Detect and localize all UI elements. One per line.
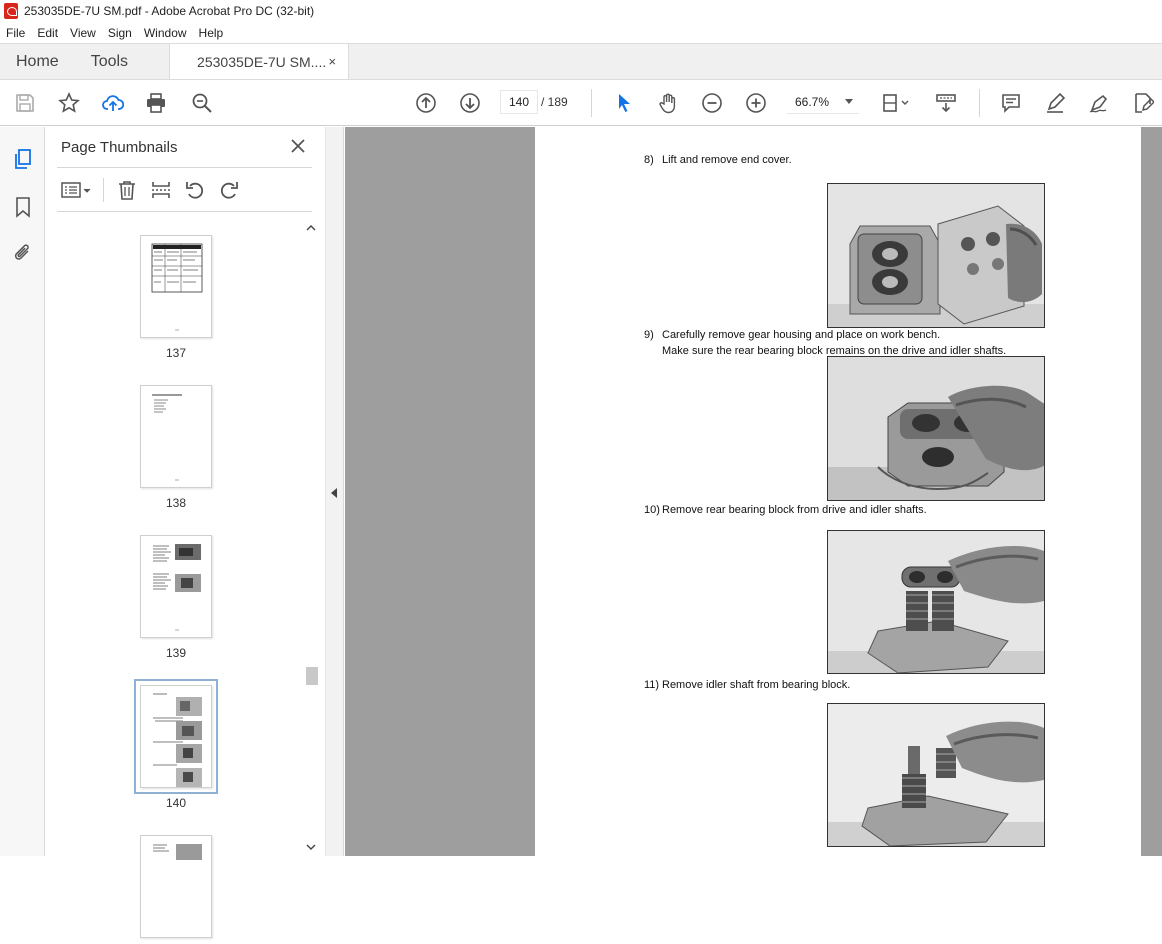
pdf-page: 8) Lift and remove end cover. 9) Carefully…	[535, 127, 1141, 856]
step-11: 11) Remove idler shaft from bearing block…	[644, 677, 850, 693]
page-fit-icon[interactable]	[878, 90, 914, 116]
tab-document[interactable]: 253035DE-7U SM.... ×	[169, 44, 350, 79]
print-icon[interactable]	[143, 90, 169, 116]
thumbnail-tools	[59, 177, 250, 203]
rotate-left-icon[interactable]	[182, 178, 208, 202]
acrobat-pdf-icon	[4, 3, 18, 19]
photo-gear-housing	[827, 356, 1045, 501]
thumbnail-scrollbar[interactable]	[304, 220, 318, 856]
window-title: 253035DE-7U SM.pdf - Adobe Acrobat Pro D…	[24, 4, 315, 18]
hand-tool-icon[interactable]	[655, 90, 681, 116]
document-tab-label: 253035DE-7U SM....	[197, 53, 327, 70]
comment-icon[interactable]	[998, 90, 1024, 116]
attachment-icon[interactable]	[11, 241, 35, 265]
bookmark-star-icon[interactable]	[56, 90, 82, 116]
sign-pen-icon[interactable]	[1086, 90, 1112, 116]
toolbar: 140 / 189 66.7%	[0, 80, 1162, 126]
page-thumbnail-138[interactable]	[140, 385, 212, 488]
panel-divider	[57, 167, 312, 168]
previous-page-icon[interactable]	[413, 90, 439, 116]
page-thumbnail-139[interactable]	[140, 535, 212, 638]
step-number: 9)	[644, 329, 654, 341]
photo-end-cover	[827, 183, 1045, 328]
menu-help[interactable]: Help	[193, 26, 230, 40]
find-zoom-icon[interactable]	[189, 90, 215, 116]
menu-sign[interactable]: Sign	[102, 26, 138, 40]
step-8: 8) Lift and remove end cover.	[644, 152, 792, 168]
thumbnail-options-icon[interactable]	[59, 178, 95, 202]
menu-edit[interactable]: Edit	[31, 26, 64, 40]
panel-title: Page Thumbnails	[61, 139, 178, 156]
zoom-level-value: 66.7%	[795, 94, 830, 109]
select-cursor-icon[interactable]	[611, 90, 637, 116]
chevron-down-icon	[845, 99, 853, 104]
menu-file[interactable]: File	[0, 26, 31, 40]
step-10: 10) Remove rear bearing block from drive …	[644, 502, 927, 518]
toolbar-separator	[591, 89, 592, 117]
step-number: 10)	[644, 504, 660, 516]
step-9: 9) Carefully remove gear housing and plac…	[644, 327, 1006, 359]
photo-rear-bearing-block	[827, 530, 1045, 674]
scroll-up-icon[interactable]	[305, 222, 317, 234]
zoom-out-icon[interactable]	[699, 90, 725, 116]
scroll-mode-icon[interactable]	[933, 90, 959, 116]
close-panel-icon[interactable]	[288, 136, 308, 156]
page-thumbnails-panel: Page Thumbnails 137 138 139 140	[45, 127, 325, 938]
edit-pdf-icon[interactable]	[1130, 90, 1156, 116]
zoom-in-icon[interactable]	[743, 90, 769, 116]
step-text: Carefully remove gear housing and place …	[662, 329, 941, 341]
toolbar-separator	[979, 89, 980, 117]
step-number: 8)	[644, 154, 654, 166]
page-thumbnail-140[interactable]	[134, 679, 218, 794]
step-text: Lift and remove end cover.	[662, 154, 792, 166]
menu-bar: File Edit View Sign Window Help	[0, 22, 1162, 43]
document-view[interactable]: 8) Lift and remove end cover. 9) Carefully…	[345, 127, 1162, 856]
scroll-down-icon[interactable]	[305, 841, 317, 853]
tools-separator	[103, 178, 104, 202]
page-thumbnails-icon[interactable]	[11, 147, 35, 171]
menu-window[interactable]: Window	[138, 26, 193, 40]
highlight-pen-icon[interactable]	[1042, 90, 1068, 116]
page-thumbnail-141[interactable]	[140, 835, 212, 938]
extract-pages-icon[interactable]	[148, 178, 174, 202]
left-rail	[0, 127, 45, 856]
thumbnail-label: 137	[165, 346, 187, 360]
step-text: Remove idler shaft from bearing block.	[662, 679, 851, 691]
thumbnail-label: 139	[165, 646, 187, 660]
photo-idler-shaft	[827, 703, 1045, 847]
zoom-level-dropdown[interactable]: 66.7%	[787, 90, 859, 114]
thumbnail-label: 140	[165, 796, 187, 810]
menu-view[interactable]: View	[64, 26, 102, 40]
tab-bar: Home Tools 253035DE-7U SM.... ×	[0, 43, 1162, 80]
page-total: / 189	[541, 95, 568, 109]
delete-page-icon[interactable]	[114, 178, 140, 202]
page-thumbnail-137[interactable]	[140, 235, 212, 338]
tab-home[interactable]: Home	[0, 44, 75, 79]
save-icon[interactable]	[12, 90, 38, 116]
close-tab-icon[interactable]: ×	[328, 54, 336, 69]
tab-tools[interactable]: Tools	[75, 44, 144, 79]
scrollbar-thumb[interactable]	[306, 667, 318, 685]
step-number: 11)	[644, 679, 660, 691]
step-text: Remove rear bearing block from drive and…	[662, 504, 927, 516]
next-page-icon[interactable]	[457, 90, 483, 116]
page-number-input[interactable]: 140	[500, 90, 538, 114]
panel-divider	[57, 211, 312, 212]
upload-cloud-icon[interactable]	[100, 90, 126, 116]
title-bar: 253035DE-7U SM.pdf - Adobe Acrobat Pro D…	[0, 0, 1162, 22]
rotate-right-icon[interactable]	[216, 178, 242, 202]
thumbnail-label: 138	[165, 496, 187, 510]
collapse-panel-icon[interactable]	[331, 488, 337, 498]
bookmark-icon[interactable]	[11, 195, 35, 219]
